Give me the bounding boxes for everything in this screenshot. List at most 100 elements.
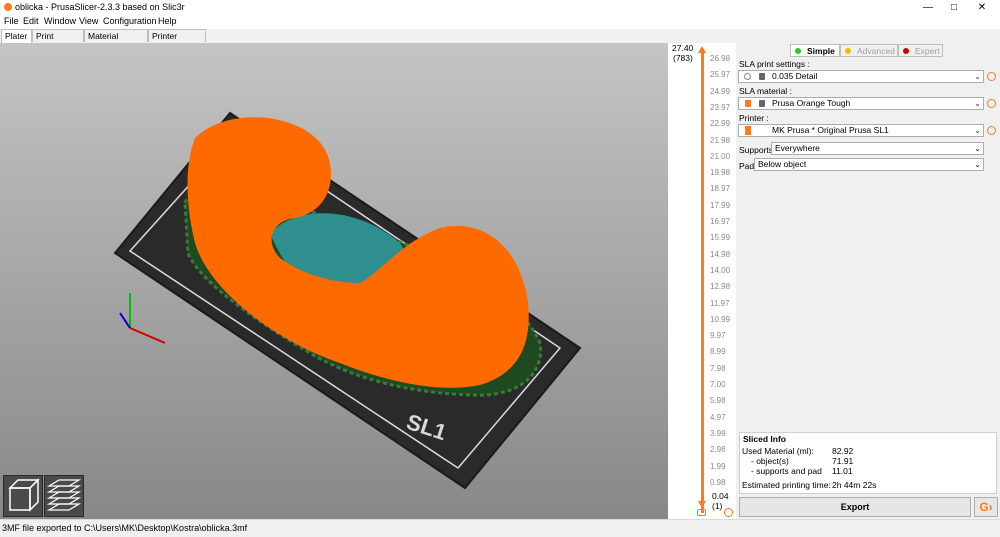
send-gcode-button[interactable]: G› bbox=[974, 497, 998, 517]
slider-tick-label: 17.99 bbox=[710, 200, 731, 210]
print-time-value: 2h 44m 22s bbox=[832, 480, 877, 490]
bottom-layer-height: 0.04 bbox=[712, 491, 729, 501]
slider-tick-label: 1.99 bbox=[710, 461, 726, 471]
print-settings-value: 0.035 Detail bbox=[772, 71, 818, 81]
layer-slider[interactable]: 27.40 (783) 26.98 25.97 24.99 23.97 22.99 21.… bbox=[668, 43, 736, 519]
slider-tick-label: 5.98 bbox=[710, 396, 726, 406]
menu-bar: File Edit Window View Configuration Help bbox=[0, 15, 1000, 29]
preset-icon bbox=[744, 73, 751, 80]
slider-track bbox=[701, 51, 704, 513]
menu-view[interactable]: View bbox=[79, 16, 98, 26]
3d-viewport[interactable]: SL1 bbox=[0, 43, 668, 519]
slider-tick-label: 7.98 bbox=[710, 363, 726, 373]
main-tabs: Plater Print Settings Material Settings … bbox=[0, 29, 1000, 54]
slider-tick-label: 12.98 bbox=[710, 282, 731, 292]
slider-tick-label: 23.97 bbox=[710, 102, 731, 112]
print-settings-cog-icon[interactable] bbox=[987, 72, 996, 81]
top-thumb[interactable] bbox=[698, 46, 706, 53]
minimize-button[interactable]: — bbox=[914, 0, 942, 15]
menu-file[interactable]: File bbox=[4, 16, 19, 26]
slider-tick-label: 9.97 bbox=[710, 331, 726, 341]
top-layer-number: (783) bbox=[673, 53, 693, 63]
print-settings-label: SLA print settings : bbox=[739, 59, 810, 69]
printer-combo[interactable]: MK Prusa * Original Prusa SL1 ⌄ bbox=[738, 124, 984, 137]
material-lock-icon bbox=[745, 100, 751, 107]
yellow-dot-icon bbox=[845, 48, 851, 54]
window-title: oblicka - PrusaSlicer-2.3.3 based on Sli… bbox=[15, 2, 185, 12]
printer-value: MK Prusa * Original Prusa SL1 bbox=[772, 125, 889, 135]
bottom-thumb[interactable] bbox=[698, 501, 706, 508]
print-settings-combo[interactable]: 0.035 Detail ⌄ bbox=[738, 70, 984, 83]
top-layer-height: 27.40 bbox=[672, 43, 694, 53]
slider-tick-label: 19.98 bbox=[710, 168, 731, 178]
supports-label: Supports: bbox=[739, 145, 776, 155]
mode-simple[interactable]: Simple bbox=[790, 44, 840, 57]
menu-edit[interactable]: Edit bbox=[23, 16, 39, 26]
print-time-label: Estimated printing time: bbox=[742, 480, 831, 490]
gcode-icon: G› bbox=[979, 500, 993, 514]
material-label: SLA material : bbox=[739, 86, 792, 96]
slider-tick-label: 11.97 bbox=[710, 298, 730, 308]
settings-cog-icon[interactable] bbox=[724, 508, 733, 517]
slider-tick-label: 22.99 bbox=[710, 119, 731, 129]
pad-select[interactable]: Below object ⌄ bbox=[754, 158, 984, 171]
sliced-info-panel: Sliced Info Used Material (ml): 82.92 - … bbox=[739, 432, 997, 494]
slider-tick-label: 18.97 bbox=[710, 184, 731, 194]
slider-tick-label: 26.98 bbox=[710, 54, 731, 63]
menu-configuration[interactable]: Configuration bbox=[103, 16, 157, 26]
supports-pad-label: - supports and pad bbox=[751, 466, 822, 476]
slider-tick-label: 14.98 bbox=[710, 249, 731, 259]
plater-scene: SL1 bbox=[113, 111, 582, 490]
slider-tick-label: 7.00 bbox=[710, 380, 726, 389]
slider-tick-label: 8.99 bbox=[710, 347, 726, 357]
slider-tick-label: 25.97 bbox=[710, 70, 731, 80]
used-material-value: 82.92 bbox=[832, 446, 854, 456]
chevron-down-icon: ⌄ bbox=[974, 72, 981, 81]
slider-tick-label: 21.00 bbox=[710, 151, 731, 161]
tab-material-settings[interactable]: Material Settings bbox=[84, 29, 148, 54]
bottom-layer-number: (1) bbox=[712, 501, 723, 511]
printer-cog-icon[interactable] bbox=[987, 126, 996, 135]
slider-tick-label: 16.97 bbox=[710, 217, 731, 226]
material-combo[interactable]: Prusa Orange Tough ⌄ bbox=[738, 97, 984, 110]
objects-value: 71.91 bbox=[832, 456, 854, 466]
lock-icon bbox=[759, 73, 765, 80]
app-icon bbox=[4, 3, 12, 11]
chevron-down-icon: ⌄ bbox=[974, 126, 981, 135]
supports-select[interactable]: Everywhere ⌄ bbox=[771, 142, 984, 155]
export-button[interactable]: Export bbox=[739, 497, 971, 517]
layers-icon bbox=[46, 479, 82, 511]
pad-value: Below object bbox=[758, 159, 807, 169]
view-preview-button[interactable] bbox=[44, 475, 84, 517]
view-3d-button[interactable] bbox=[3, 475, 43, 517]
tab-print-settings[interactable]: Print Settings bbox=[32, 29, 84, 54]
mode-expert[interactable]: Expert bbox=[898, 44, 943, 57]
slider-tick-label: 21.98 bbox=[710, 135, 731, 145]
tab-plater[interactable]: Plater bbox=[1, 29, 32, 43]
mode-simple-label: Simple bbox=[807, 46, 835, 56]
chevron-down-icon: ⌄ bbox=[974, 99, 981, 108]
sliced-info-title: Sliced Info bbox=[743, 434, 786, 444]
menu-help[interactable]: Help bbox=[158, 16, 177, 26]
slider-tick-label: 14.00 bbox=[710, 265, 731, 275]
slider-tick-label: 4.97 bbox=[710, 412, 726, 422]
status-bar: 3MF file exported to C:\Users\MK\Desktop… bbox=[0, 519, 1000, 537]
maximize-button[interactable]: □ bbox=[940, 0, 968, 15]
mode-expert-label: Expert bbox=[915, 46, 940, 56]
lock-icon[interactable] bbox=[697, 509, 706, 516]
slider-tick-label: 0.98 bbox=[710, 477, 726, 487]
slider-tick-label: 3.99 bbox=[710, 428, 726, 438]
close-button[interactable]: ✕ bbox=[968, 0, 996, 15]
slider-tick-label: 10.99 bbox=[710, 314, 731, 324]
material-cog-icon[interactable] bbox=[987, 99, 996, 108]
mode-advanced[interactable]: Advanced bbox=[840, 44, 898, 57]
status-text: 3MF file exported to C:\Users\MK\Desktop… bbox=[2, 523, 248, 533]
used-material-label: Used Material (ml): bbox=[742, 446, 814, 456]
slider-tick-label: 15.99 bbox=[710, 233, 731, 243]
lock-icon bbox=[759, 100, 765, 107]
x-axis-indicator bbox=[129, 327, 166, 344]
menu-window[interactable]: Window bbox=[44, 16, 76, 26]
slider-tick-label: 2.98 bbox=[710, 445, 726, 455]
printer-label: Printer : bbox=[739, 113, 769, 123]
tab-printer-settings[interactable]: Printer Settings bbox=[148, 29, 206, 54]
